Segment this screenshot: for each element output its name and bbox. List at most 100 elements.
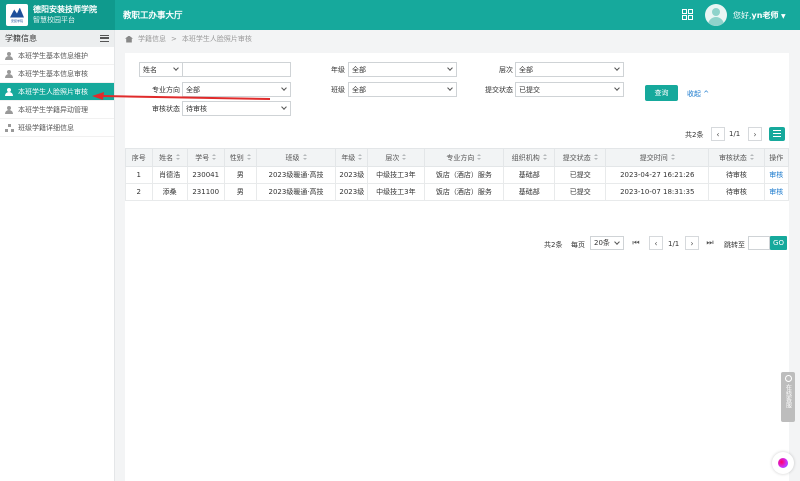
sidebar-item-basic-info-maintain[interactable]: 本班学生基本信息维护: [0, 47, 114, 65]
col-header[interactable]: 提交状态: [554, 148, 607, 167]
cell-class: 2023级暖通·高技: [255, 166, 337, 184]
last-page-button[interactable]: ⏭: [703, 236, 717, 250]
col-header[interactable]: 专业方向: [423, 148, 505, 167]
grade-select[interactable]: 全部: [348, 62, 457, 77]
sort-icon: [670, 154, 675, 161]
name-field-type-select[interactable]: 姓名: [139, 62, 183, 77]
chevron-down-icon: [281, 85, 287, 91]
review-link[interactable]: 审核: [763, 183, 790, 201]
home-icon[interactable]: [125, 35, 133, 43]
user-icon: [5, 69, 14, 78]
submit-status-label: 提交状态: [485, 86, 513, 94]
user-icon: [5, 105, 14, 114]
review-link[interactable]: 审核: [763, 166, 790, 184]
submit-status-select[interactable]: 已提交: [515, 82, 624, 97]
chevron-down-icon: [447, 65, 453, 71]
class-select[interactable]: 全部: [348, 82, 457, 97]
class-value: 全部: [352, 85, 366, 94]
collapse-link[interactable]: 收起 ^: [687, 89, 709, 99]
col-header[interactable]: 学号: [186, 148, 225, 167]
user-name: yn老师: [751, 11, 779, 20]
col-header[interactable]: 审核状态: [708, 148, 765, 167]
go-button[interactable]: GO: [770, 236, 787, 250]
cell-class: 2023级暖通·高技: [255, 183, 337, 201]
headset-icon: [784, 375, 792, 382]
cell-student-id: 231100: [186, 183, 225, 201]
next-page-button[interactable]: ›: [748, 127, 762, 141]
online-service-tab[interactable]: 在线客服: [781, 372, 795, 422]
sidebar-item-basic-info-review[interactable]: 本班学生基本信息审核: [0, 65, 114, 83]
sidebar-item-label: 本班学生基本信息维护: [18, 51, 88, 60]
name-input[interactable]: [182, 62, 291, 77]
bottom-prev-page-button[interactable]: ‹: [649, 236, 663, 250]
sidebar-item-label: 班级学籍详细信息: [18, 123, 74, 132]
sidebar-item-status-change[interactable]: 本班学生学籍异动管理: [0, 101, 114, 119]
cell-submit-time: 2023-04-27 16:21:26: [605, 166, 710, 184]
col-header[interactable]: 性别: [223, 148, 257, 167]
school-logo: 安装学院: [6, 4, 28, 26]
sidebar: 学籍信息 本班学生基本信息维护 本班学生基本信息审核 本班学生人脸照片审核 本班…: [0, 30, 115, 481]
sidebar-item-label: 本班学生基本信息审核: [18, 69, 88, 78]
sort-icon: [749, 154, 754, 161]
cell-gender: 男: [223, 183, 257, 201]
prev-page-button[interactable]: ‹: [711, 127, 725, 141]
review-status-value: 待审核: [186, 104, 207, 113]
sort-icon: [593, 154, 598, 161]
sidebar-item-label: 本班学生人脸照片审核: [18, 87, 88, 96]
cell-submit-time: 2023-10-07 18:31:35: [605, 183, 710, 201]
assistant-brain-icon[interactable]: [772, 452, 794, 474]
cell-submit-status: 已提交: [554, 183, 607, 201]
chevron-down-icon: ▼: [781, 13, 786, 20]
user-icon: [5, 87, 14, 96]
jump-page-input[interactable]: [748, 236, 770, 250]
greeting-text: 您好,: [733, 11, 752, 20]
chevron-down-icon: [447, 85, 453, 91]
user-menu[interactable]: 您好,yn老师 ▼: [733, 10, 786, 21]
cell-major: 饭店（酒店）服务: [423, 166, 505, 184]
name-field-label: 姓名: [143, 65, 157, 74]
bottom-next-page-button[interactable]: ›: [685, 236, 699, 250]
major-value: 全部: [186, 85, 200, 94]
chevron-down-icon: [614, 85, 620, 91]
sidebar-item-face-photo-review[interactable]: 本班学生人脸照片审核: [0, 83, 114, 101]
chevron-down-icon: [614, 65, 620, 71]
class-label: 班级: [331, 86, 345, 94]
review-status-select[interactable]: 待审核: [182, 101, 291, 116]
cell-index: 2: [125, 183, 153, 201]
per-page-select[interactable]: 20条: [590, 236, 624, 250]
col-header[interactable]: 层次: [367, 148, 425, 167]
cell-review-status: 待审核: [708, 183, 765, 201]
breadcrumb-root[interactable]: 学籍信息: [138, 34, 166, 44]
sort-icon: [176, 154, 181, 161]
chevron-down-icon: [614, 239, 620, 245]
cell-review-status: 待审核: [708, 166, 765, 184]
apps-grid-icon[interactable]: [682, 9, 693, 20]
menu-toggle-icon[interactable]: [100, 35, 109, 42]
level-select[interactable]: 全部: [515, 62, 624, 77]
col-header[interactable]: 组织机构: [503, 148, 556, 167]
col-header[interactable]: 年级: [335, 148, 369, 167]
online-service-label: 在线客服: [784, 384, 792, 408]
app-title[interactable]: 教职工办事大厅: [123, 9, 183, 21]
first-page-button[interactable]: ⏮: [629, 236, 643, 250]
col-header[interactable]: 姓名: [151, 148, 188, 167]
sort-icon: [477, 154, 482, 161]
review-status-label: 审核状态: [152, 105, 180, 113]
logo-text: 安装学院: [10, 18, 23, 23]
breadcrumb-separator: >: [171, 35, 177, 43]
cell-name: 肖德浩: [151, 166, 188, 184]
list-view-icon[interactable]: [769, 127, 785, 141]
sidebar-item-class-details[interactable]: 班级学籍详细信息: [0, 119, 114, 137]
user-avatar-icon[interactable]: [705, 4, 727, 26]
major-select[interactable]: 全部: [182, 82, 291, 97]
col-header[interactable]: 班级: [255, 148, 337, 167]
col-header[interactable]: 提交时间: [605, 148, 710, 167]
platform-name: 智慧校园平台: [33, 16, 75, 24]
major-label: 专业方向: [152, 86, 180, 94]
cell-index: 1: [125, 166, 153, 184]
level-label: 层次: [499, 66, 513, 74]
logo-area: 安装学院 德阳安装技师学院 智慧校园平台: [0, 0, 115, 30]
chevron-down-icon: [281, 104, 287, 110]
query-button[interactable]: 查询: [645, 85, 678, 101]
main-content: 学籍信息 > 本班学生人脸照片审核 姓名 年级 全部 层次 全部 查询 收起 ^…: [115, 30, 800, 481]
